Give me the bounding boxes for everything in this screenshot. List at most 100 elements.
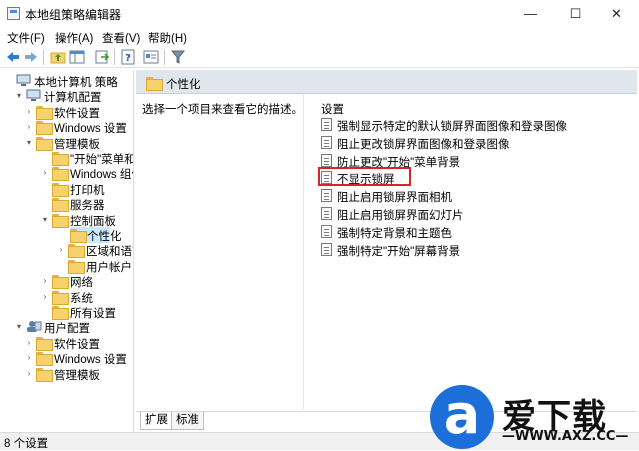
policy-setting-icon <box>321 171 332 185</box>
folder-icon <box>36 105 53 120</box>
filter-icon[interactable] <box>170 49 186 65</box>
folder-icon <box>52 197 69 213</box>
tree-item[interactable]: › 管理模板 <box>2 366 133 382</box>
folder-icon <box>52 151 69 166</box>
tab-standard[interactable]: 标准 <box>171 412 204 430</box>
tree-item[interactable]: 用户帐户 <box>2 258 133 274</box>
up-folder-icon[interactable] <box>50 49 66 65</box>
tree-item[interactable]: 本地计算机 策略 <box>2 73 133 89</box>
menu-file[interactable]: 文件(F) <box>7 30 45 46</box>
tree-item[interactable]: › 系统 <box>2 289 133 305</box>
policy-setting-icon <box>321 207 332 220</box>
policy-setting-icon <box>321 189 332 203</box>
properties-icon[interactable] <box>143 49 159 65</box>
maximize-button[interactable]: ☐ <box>553 0 598 27</box>
folder-icon <box>36 120 53 136</box>
tree-expander-icon[interactable]: › <box>24 352 34 364</box>
tree-expander-icon[interactable]: ▾ <box>24 137 34 149</box>
minimize-button[interactable]: — <box>508 0 553 27</box>
setting-label: 阻止启用锁屏界面相机 <box>337 192 452 205</box>
tree-item[interactable]: › Windows 设置 <box>2 119 133 136</box>
settings-list: 设置 强制显示特定的默认锁屏界面图像和登录图像 阻止更改锁屏界面图像和登录图像 防止… <box>306 94 637 410</box>
tree-item[interactable]: › Windows 设置 <box>2 350 133 367</box>
computer-icon <box>16 74 32 87</box>
folder-icon <box>52 274 69 290</box>
menu-help[interactable]: 帮助(H) <box>148 30 187 46</box>
setting-label: 防止更改"开始"菜单背景 <box>337 156 461 169</box>
tree-item[interactable]: 服务器 <box>2 196 133 213</box>
tree-expander-icon <box>4 75 14 87</box>
tree-item[interactable]: ›区域和语言 <box>2 242 133 259</box>
tree-item[interactable]: › 网络 <box>2 273 133 290</box>
tree-item[interactable]: ▾ 控制面板 <box>2 212 133 228</box>
setting-label: 阻止更改锁屏界面图像和登录图像 <box>337 138 510 151</box>
app-icon <box>7 7 20 20</box>
toolbar-separator <box>114 49 115 65</box>
window-title: 本地组策略编辑器 <box>25 8 122 22</box>
tree-expander-icon[interactable]: › <box>40 167 50 179</box>
column-header-setting[interactable]: 设置 <box>321 101 344 117</box>
back-arrow-icon[interactable] <box>5 49 21 65</box>
details-title: 个性化 <box>166 79 201 91</box>
tree-expander-icon[interactable]: › <box>40 275 50 287</box>
toolbar-separator <box>43 49 44 65</box>
tree-item[interactable]: 打印机 <box>2 181 133 197</box>
status-text: 8 个设置 <box>4 438 49 450</box>
details-header: 个性化 <box>136 70 637 94</box>
tree-expander-icon[interactable]: › <box>56 244 66 256</box>
show-tree-icon[interactable] <box>69 49 85 65</box>
tree-item[interactable]: 个性化 <box>70 227 122 243</box>
title-bar: 本地组策略编辑器 — ☐ ✕ <box>0 0 639 27</box>
watermark-url: —WWW.AXZ.CC— <box>502 429 629 444</box>
setting-label: 强制显示特定的默认锁屏界面图像和登录图像 <box>337 121 567 133</box>
folder-icon <box>52 182 69 197</box>
folder-icon <box>146 76 163 91</box>
folder-icon <box>36 367 53 382</box>
help-icon[interactable]: ? <box>120 49 136 65</box>
tree-expander-icon[interactable]: › <box>24 368 34 380</box>
tree-item[interactable]: › 软件设置 <box>2 335 133 351</box>
setting-label: 强制特定"开始"屏幕背景 <box>337 245 461 258</box>
folder-icon <box>36 136 53 151</box>
tree-expander-icon <box>58 229 68 241</box>
watermark-mark: a <box>443 383 481 446</box>
export-list-icon[interactable] <box>94 49 110 65</box>
description-text: 选择一个项目来查看它的描述。 <box>142 104 303 116</box>
tree-expander-icon[interactable]: › <box>24 337 34 349</box>
close-button[interactable]: ✕ <box>594 0 639 27</box>
tree-item[interactable]: ›Windows 组件 <box>2 165 133 182</box>
toolbar: ? <box>0 46 639 68</box>
policy-setting-icon <box>321 135 332 149</box>
tree-expander-icon[interactable]: › <box>40 291 50 303</box>
tree-expander-icon[interactable]: ▾ <box>40 214 50 226</box>
user-config-icon <box>26 320 42 333</box>
menu-view[interactable]: 查看(V) <box>102 30 140 46</box>
setting-label: 阻止启用锁屏界面幻灯片 <box>337 210 464 222</box>
tree-expander-icon <box>40 306 50 318</box>
tree-expander-icon[interactable]: ▾ <box>14 90 24 102</box>
tree-item[interactable]: ▾ 管理模板 <box>2 135 133 151</box>
tree-item[interactable]: ▾ 计算机配置 <box>2 88 133 104</box>
tree-item[interactable]: › 软件设置 <box>2 104 133 120</box>
folder-icon <box>52 305 69 320</box>
tree-item[interactable]: "开始"菜单和 <box>2 150 133 166</box>
forward-arrow-icon[interactable] <box>23 49 39 65</box>
setting-label: 强制特定背景和主题色 <box>337 227 452 240</box>
details-pane: 个性化 选择一个项目来查看它的描述。 设置 强制显示特定的默认锁屏界面图像和登录… <box>136 70 637 432</box>
tree-item[interactable]: 所有设置 <box>2 304 133 320</box>
console-tree[interactable]: 本地计算机 策略 ▾ 计算机配置 › 软件设置 › Windows 设置 ▾ 管理模板 "开始"菜… <box>2 70 134 432</box>
tab-expanded[interactable]: 扩展 <box>140 412 173 430</box>
menu-action[interactable]: 操作(A) <box>55 30 93 46</box>
folder-icon <box>52 290 69 305</box>
folder-icon <box>36 351 53 367</box>
policy-setting-icon <box>321 224 332 238</box>
tree-item[interactable]: ▾ 用户配置 <box>2 319 133 335</box>
tree-expander-icon[interactable]: › <box>24 121 34 133</box>
folder-icon <box>52 213 69 228</box>
watermark-logo: a 爱下载 —WWW.AXZ.CC— <box>430 383 639 450</box>
policy-setting-icon <box>321 153 332 167</box>
computer-config-icon <box>26 89 42 102</box>
tree-expander-icon[interactable]: › <box>24 106 34 118</box>
tree-expander-icon[interactable]: ▾ <box>14 321 24 333</box>
folder-icon <box>52 166 69 182</box>
